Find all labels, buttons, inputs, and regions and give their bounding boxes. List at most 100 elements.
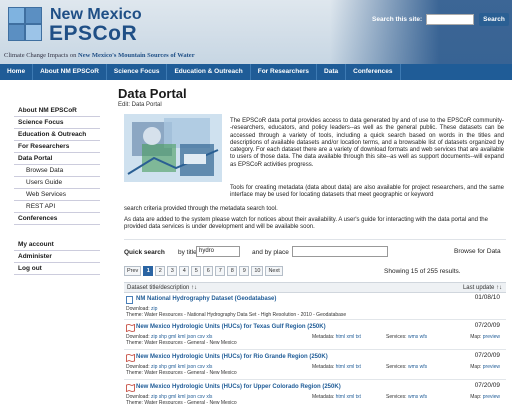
dataset-theme: Theme: Water Resources - General - New M… [126, 340, 237, 346]
sidebar-item-rest-api[interactable]: REST API [14, 201, 100, 213]
map-preview: Map: preview [470, 394, 500, 400]
services-label: Services: [386, 394, 407, 400]
map-layer-icon [126, 384, 135, 392]
last-update-date: 07/20/09 [474, 322, 500, 329]
table-row: NM National Hydrography Dataset (Geodata… [124, 294, 506, 320]
dataset-theme: Theme: Water Resources - General - New M… [126, 400, 237, 406]
page-title: Data Portal [118, 86, 187, 101]
sidebar-item-about[interactable]: About NM EPSCoR [14, 105, 100, 117]
page-3[interactable]: 3 [167, 266, 178, 276]
services-links: Services: wms wfs [386, 394, 427, 400]
services-formats[interactable]: wms wfs [408, 334, 427, 340]
metadata-links: Metadata: html xml txt [312, 364, 361, 370]
page-9[interactable]: 9 [239, 266, 250, 276]
map-layer-icon [126, 324, 135, 332]
nav-home[interactable]: Home [0, 64, 34, 80]
map-preview-link[interactable]: preview [483, 334, 500, 340]
services-label: Services: [386, 334, 407, 340]
sidebar-item-browse-data[interactable]: Browse Data [14, 165, 100, 177]
nav-education-outreach[interactable]: Education & Outreach [167, 64, 251, 80]
page-8[interactable]: 8 [227, 266, 238, 276]
pagination: Prev 1 2 3 4 5 6 7 8 9 10 Next [124, 266, 283, 276]
sidebar-item-administer[interactable]: Administer [14, 251, 100, 263]
results-count: Showing 15 of 255 results. [384, 268, 461, 275]
sidebar: About NM EPSCoR Science Focus Education … [14, 105, 100, 275]
col-update-header[interactable]: Last update ↑↓ [463, 285, 502, 291]
last-update-date: 07/20/09 [474, 382, 500, 389]
sidebar-item-researchers[interactable]: For Researchers [14, 141, 100, 153]
logo-name[interactable]: EPSCoR [49, 22, 137, 46]
sidebar-item-science-focus[interactable]: Science Focus [14, 117, 100, 129]
metadata-formats[interactable]: html xml txt [336, 394, 361, 400]
site-search-input[interactable] [426, 14, 474, 25]
services-links: Services: wms wfs [386, 364, 427, 370]
epscor-logo-icon[interactable] [8, 7, 42, 41]
site-tagline: Climate Change Impacts on New Mexico's M… [4, 52, 195, 59]
map-preview-link[interactable]: preview [483, 364, 500, 370]
map-preview: Map: preview [470, 364, 500, 370]
map-preview-link[interactable]: preview [483, 394, 500, 400]
nav-science-focus[interactable]: Science Focus [107, 64, 168, 80]
services-formats[interactable]: wms wfs [408, 364, 427, 370]
dataset-title-link[interactable]: New Mexico Hydrologic Units (HUCs) for R… [136, 354, 328, 360]
services-links: Services: wms wfs [386, 334, 427, 340]
metadata-paragraph: Tools for creating metadata (data about … [230, 185, 504, 199]
map-layer-icon [126, 354, 135, 362]
sidebar-item-data-portal[interactable]: Data Portal [14, 153, 100, 165]
metadata-formats[interactable]: html xml txt [336, 364, 361, 370]
dataset-title-link[interactable]: New Mexico Hydrologic Units (HUCs) for T… [136, 324, 326, 330]
document-icon [126, 296, 133, 304]
page: New Mexico EPSCoR Climate Change Impacts… [0, 0, 512, 414]
page-4[interactable]: 4 [179, 266, 190, 276]
sidebar-item-web-services[interactable]: Web Services [14, 189, 100, 201]
metadata-links: Metadata: html xml txt [312, 394, 361, 400]
col-title-header[interactable]: Dataset title/description ↑↓ [127, 285, 197, 291]
site-search-button[interactable]: Search [479, 13, 509, 26]
page-10[interactable]: 10 [251, 266, 264, 276]
nav-for-researchers[interactable]: For Researchers [251, 64, 318, 80]
table-row: New Mexico Hydrologic Units (HUCs) for R… [124, 352, 506, 380]
sidebar-item-conferences[interactable]: Conferences [14, 213, 100, 225]
header-shade [330, 0, 512, 64]
next-button[interactable]: Next [265, 266, 283, 276]
page-2[interactable]: 2 [155, 266, 166, 276]
nav-data[interactable]: Data [317, 64, 347, 80]
dataset-title-link[interactable]: New Mexico Hydrologic Units (HUCs) for U… [136, 384, 341, 390]
by-place-label: and by place [252, 249, 289, 256]
dataset-title-link[interactable]: NM National Hydrography Dataset (Geodata… [136, 296, 276, 302]
sidebar-item-education[interactable]: Education & Outreach [14, 129, 100, 141]
edit-link[interactable]: Edit: Data Portal [118, 102, 162, 108]
results-table-header: Dataset title/description ↑↓ Last update… [124, 282, 506, 293]
page-5[interactable]: 5 [191, 266, 202, 276]
map-label: Map: [470, 334, 482, 340]
metadata-label: Metadata: [312, 394, 335, 400]
sidebar-item-users-guide[interactable]: Users Guide [14, 177, 100, 189]
quick-search-label: Quick search [124, 249, 165, 256]
metadata-label: Metadata: [312, 364, 335, 370]
browse-data-link[interactable]: Browse for Data [454, 248, 501, 255]
page-7[interactable]: 7 [215, 266, 226, 276]
title-search-input[interactable]: hydro [196, 246, 240, 257]
place-search-input[interactable] [292, 246, 388, 257]
sidebar-item-my-account[interactable]: My account [14, 239, 100, 251]
prev-button[interactable]: Prev [124, 266, 142, 276]
site-header: New Mexico EPSCoR Climate Change Impacts… [0, 0, 512, 64]
page-1[interactable]: 1 [143, 266, 154, 276]
table-row: New Mexico Hydrologic Units (HUCs) for U… [124, 382, 506, 410]
sidebar-item-log-out[interactable]: Log out [14, 263, 100, 275]
table-row: New Mexico Hydrologic Units (HUCs) for T… [124, 322, 506, 350]
map-label: Map: [470, 394, 482, 400]
page-6[interactable]: 6 [203, 266, 214, 276]
metadata-links: Metadata: html xml txt [312, 334, 361, 340]
services-label: Services: [386, 364, 407, 370]
metadata-paragraph-cont: search criteria provided through the met… [124, 206, 278, 212]
metadata-formats[interactable]: html xml txt [336, 334, 361, 340]
metadata-label: Metadata: [312, 334, 335, 340]
dataset-theme: Theme: Water Resources - National Hydrog… [126, 312, 347, 318]
nav-about[interactable]: About NM EPSCoR [33, 64, 107, 80]
last-update-date: 07/20/09 [474, 352, 500, 359]
nav-conferences[interactable]: Conferences [346, 64, 401, 80]
map-label: Map: [470, 364, 482, 370]
intro-paragraph: The EPSCoR data portal provides access t… [230, 118, 504, 168]
services-formats[interactable]: wms wfs [408, 394, 427, 400]
